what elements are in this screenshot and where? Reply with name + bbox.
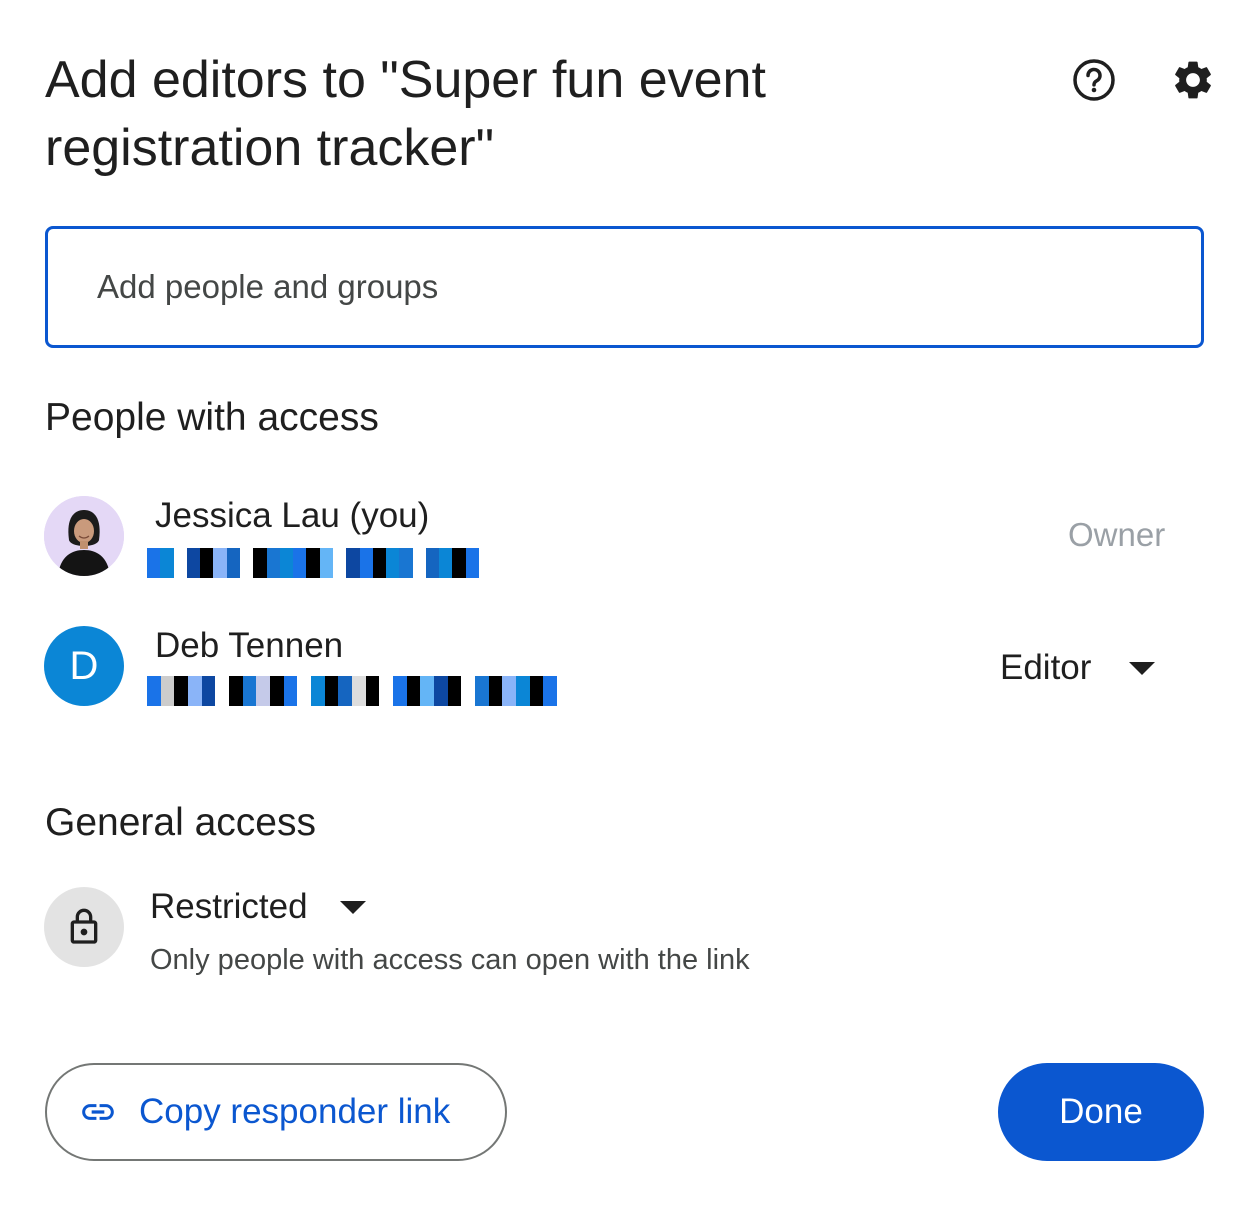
avatar: D (44, 626, 124, 706)
done-button[interactable]: Done (998, 1063, 1204, 1161)
general-access-dropdown[interactable]: Restricted (150, 884, 366, 930)
link-icon (82, 1104, 114, 1120)
add-people-input[interactable] (97, 268, 1201, 306)
dialog-title: Add editors to "Super fun event registra… (45, 51, 766, 177)
people-with-access-heading: People with access (45, 396, 379, 439)
chevron-down-icon (1129, 661, 1156, 675)
role-dropdown[interactable]: Editor (1000, 644, 1156, 692)
redacted-email (147, 676, 558, 706)
owner-role: Owner (1068, 516, 1166, 553)
add-people-field[interactable] (45, 226, 1204, 348)
redacted-email (147, 548, 480, 578)
person-name: Jessica Lau (you) (155, 496, 430, 535)
access-level-label: Restricted (150, 887, 308, 926)
copy-responder-link-button[interactable]: Copy responder link (45, 1063, 507, 1161)
avatar (44, 496, 124, 576)
gear-icon[interactable] (1169, 56, 1217, 104)
copy-link-label: Copy responder link (139, 1092, 451, 1131)
help-icon[interactable] (1070, 56, 1118, 104)
access-description: Only people with access can open with th… (150, 944, 750, 976)
person-name: Deb Tennen (155, 626, 344, 665)
lock-icon (44, 887, 124, 967)
general-access-heading: General access (45, 801, 316, 844)
role-label: Editor (1000, 648, 1092, 687)
chevron-down-icon (339, 900, 366, 914)
